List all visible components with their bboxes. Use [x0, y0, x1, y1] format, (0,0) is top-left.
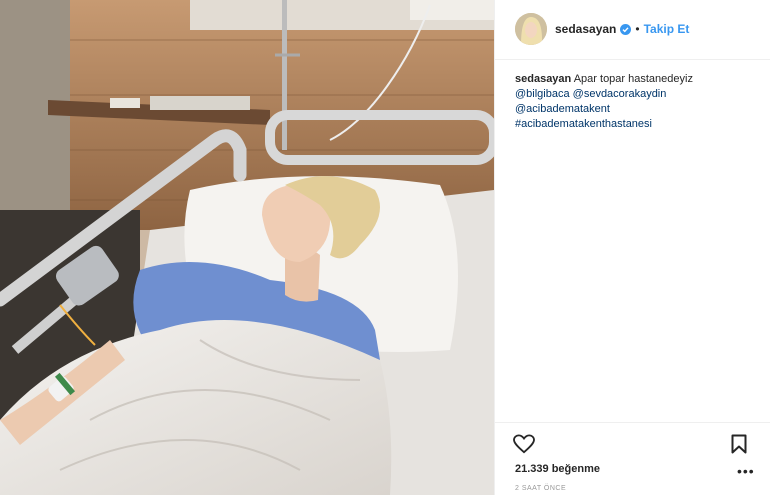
- post-sidebar: sedasayan • Takip Et sedasayan Apar topa…: [494, 0, 770, 495]
- bookmark-icon[interactable]: [731, 434, 747, 459]
- mention-link[interactable]: @bilgibaca: [515, 88, 570, 100]
- mention-link[interactable]: @sevdacorakaydin: [573, 88, 667, 100]
- profile-photo-icon: [515, 13, 547, 45]
- heart-icon[interactable]: [513, 434, 535, 459]
- separator-dot: •: [635, 22, 640, 36]
- post-header: sedasayan • Takip Et: [495, 0, 770, 60]
- more-options-icon[interactable]: •••: [737, 464, 755, 478]
- post-caption: sedasayan Apar topar hastanedeyiz @bilgi…: [515, 72, 760, 132]
- hashtag-link[interactable]: #acibadematakenthastanesi: [515, 117, 760, 132]
- likes-count[interactable]: 21.339 beğenme: [515, 463, 600, 475]
- verified-badge-icon: [620, 23, 632, 35]
- header-username[interactable]: sedasayan: [555, 22, 616, 36]
- follow-button[interactable]: Takip Et: [644, 22, 690, 36]
- post-photo[interactable]: [0, 0, 494, 495]
- post-actions: 21.339 beğenme ••• 2 SAAT ÖNCE: [495, 422, 770, 496]
- header-text: sedasayan • Takip Et: [555, 22, 689, 36]
- post-timestamp: 2 SAAT ÖNCE: [515, 485, 567, 492]
- caption-username[interactable]: sedasayan: [515, 73, 571, 85]
- mention-line: @bilgibaca @sevdacorakaydin: [515, 87, 760, 102]
- avatar[interactable]: [515, 13, 547, 45]
- hospital-bed-photo: [0, 0, 494, 495]
- caption-text: Apar topar hastanedeyiz: [573, 73, 693, 85]
- mention-link[interactable]: @acibadematakent: [515, 102, 760, 117]
